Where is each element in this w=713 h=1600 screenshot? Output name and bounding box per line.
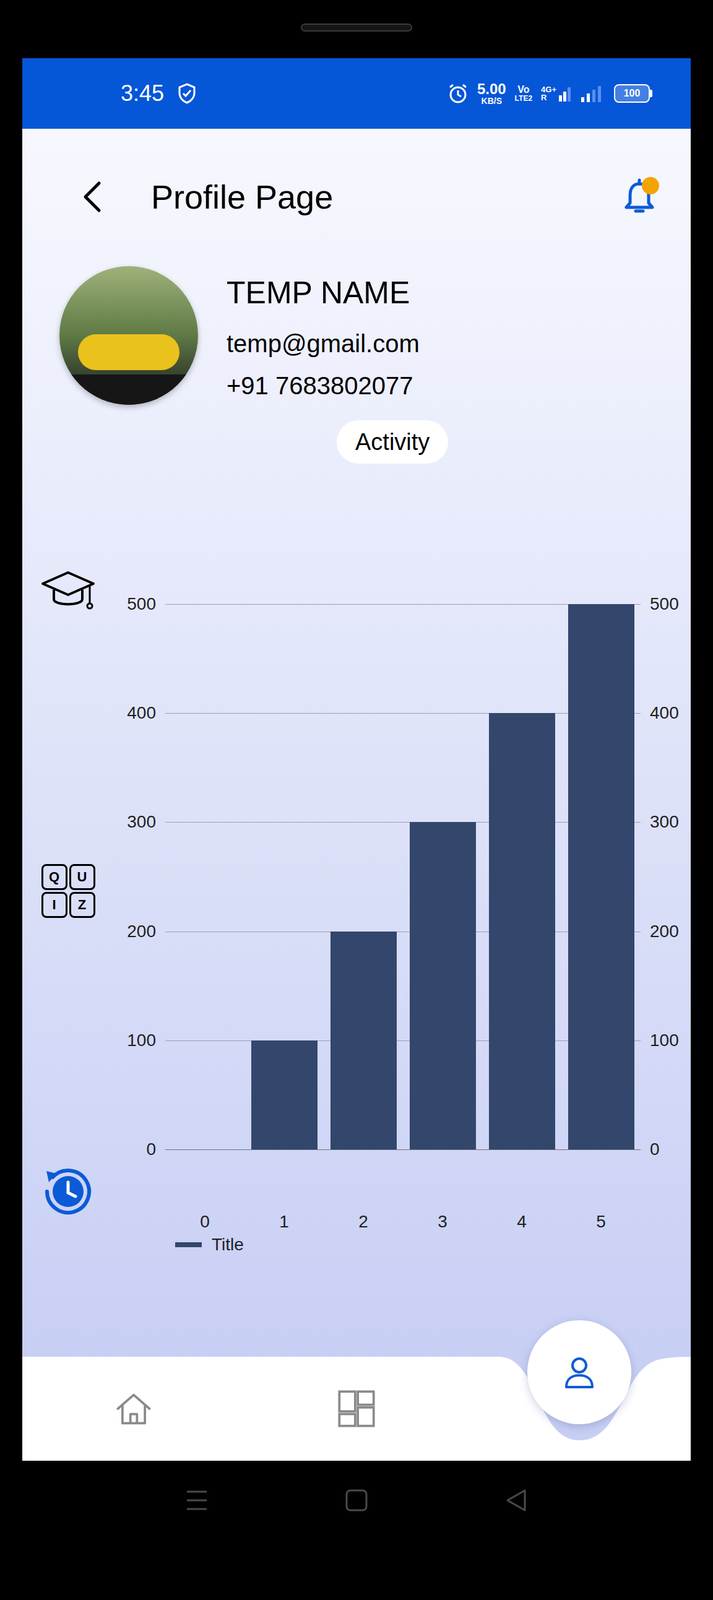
side-menu-item[interactable] — [40, 1163, 96, 1220]
side-menu-item[interactable]: QUIZ — [40, 862, 96, 919]
page-title: Profile Page — [151, 175, 333, 219]
chart-bar[interactable] — [330, 931, 397, 1150]
chart-bar[interactable] — [409, 821, 476, 1150]
y-tick: 0 — [146, 1140, 156, 1159]
mobile-data: 4G+ R — [540, 85, 572, 102]
chart-bar[interactable] — [251, 1040, 318, 1150]
plot-area — [165, 604, 641, 1150]
legend-swatch — [175, 1242, 202, 1248]
x-tick: 0 — [165, 1211, 245, 1233]
profile-card: TEMP NAME temp@gmail.com +91 7683802077 … — [22, 266, 691, 464]
nav-button[interactable] — [113, 1388, 154, 1429]
side-menu-item[interactable] — [40, 561, 96, 618]
system-nav — [0, 1460, 713, 1600]
quiz-icon[interactable]: QUIZ — [41, 864, 96, 918]
x-tick: 3 — [402, 1211, 483, 1233]
quiz-letter: Q — [41, 864, 68, 891]
header: Profile Page — [22, 172, 691, 222]
clock: 3:45 — [120, 82, 165, 105]
signal-icon — [580, 84, 606, 103]
activity-button[interactable]: Activity — [336, 420, 449, 464]
phone-frame: 3:45 5.00 KB/S Vo LTE2 4G+ R — [0, 0, 713, 1600]
home-button-icon[interactable] — [344, 1486, 369, 1514]
nav-button[interactable] — [336, 1388, 377, 1429]
y-tick: 200 — [649, 922, 679, 941]
status-bar: 3:45 5.00 KB/S Vo LTE2 4G+ R — [22, 58, 691, 129]
y-axis-left: 0100200300400500 — [96, 604, 156, 1150]
graduation-cap-icon[interactable] — [40, 565, 96, 615]
y-tick: 500 — [126, 595, 156, 613]
back-button-icon[interactable] — [503, 1486, 529, 1514]
content: Profile Page TEMP NAME temp@gmail.com +9… — [22, 128, 691, 1357]
y-tick: 300 — [649, 813, 679, 831]
quiz-letter: I — [41, 891, 68, 918]
y-tick: 500 — [649, 595, 679, 613]
y-tick: 400 — [126, 704, 156, 722]
profile-info: TEMP NAME temp@gmail.com +91 7683802077 … — [226, 272, 449, 464]
battery: 100 — [613, 84, 653, 103]
data-bars-icon — [558, 85, 572, 102]
unread-dot — [641, 177, 660, 195]
back-arrow-icon[interactable] — [80, 178, 103, 216]
alarm-icon — [447, 82, 469, 104]
bottom-nav — [22, 1356, 691, 1461]
user-email: temp@gmail.com — [226, 326, 420, 361]
nav-active-button[interactable] — [527, 1320, 632, 1425]
nav-item[interactable] — [467, 1356, 691, 1461]
x-tick: 5 — [561, 1211, 641, 1233]
chart-section: QUIZ 0 100 200 300 400 500 0 100 200 300 400 500 0… — [22, 561, 691, 1256]
dashboard-icon[interactable] — [336, 1388, 377, 1429]
y-axis-right: 0100200300400500 — [649, 604, 688, 1150]
x-tick: 2 — [323, 1211, 403, 1233]
gridline — [165, 1149, 641, 1150]
screen: 3:45 5.00 KB/S Vo LTE2 4G+ R — [22, 58, 691, 1461]
network-speed: 5.00 KB/S — [477, 81, 507, 106]
top-bezel — [0, 0, 713, 59]
user-phone: +91 7683802077 — [226, 368, 413, 403]
notification-bell[interactable] — [623, 178, 656, 216]
side-menu: QUIZ — [40, 561, 96, 1220]
user-name: TEMP NAME — [226, 272, 410, 313]
nav-item[interactable] — [22, 1356, 246, 1461]
y-tick: 100 — [649, 1031, 679, 1050]
speaker-grille — [300, 23, 413, 32]
quiz-letter: U — [69, 864, 96, 891]
chart-bar[interactable] — [488, 713, 556, 1150]
home-icon[interactable] — [113, 1388, 154, 1429]
bar-chart: 0100200300400500 0100200300400500 012345… — [96, 561, 688, 1256]
y-tick: 0 — [649, 1140, 660, 1159]
y-tick: 100 — [126, 1031, 156, 1050]
x-tick: 4 — [482, 1211, 562, 1233]
y-tick: 200 — [126, 922, 156, 941]
avatar-photo[interactable] — [59, 266, 199, 405]
nav-item[interactable] — [245, 1356, 468, 1461]
chart-legend: Title — [175, 1234, 688, 1256]
person-icon[interactable] — [560, 1353, 598, 1391]
menu-icon[interactable] — [184, 1486, 210, 1514]
x-axis: 012345 — [165, 1211, 641, 1233]
x-tick: 1 — [244, 1211, 324, 1233]
y-tick: 400 — [649, 704, 679, 722]
history-icon[interactable] — [40, 1163, 96, 1220]
shield-icon — [177, 82, 197, 104]
quiz-letter: Z — [69, 891, 96, 918]
y-tick: 300 — [126, 813, 156, 831]
chart-bar[interactable] — [568, 604, 635, 1150]
volte-indicator: Vo LTE2 — [514, 84, 533, 103]
